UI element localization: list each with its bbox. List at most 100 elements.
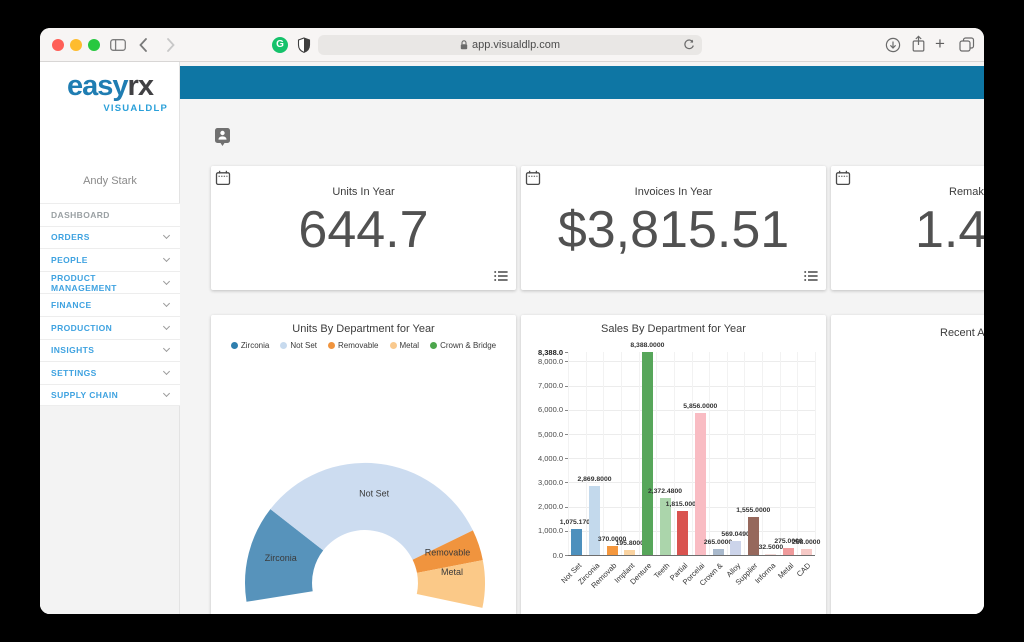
chevron-down-icon [163, 390, 170, 397]
bar-value-label: 8,388.0000 [630, 342, 664, 349]
bar-not-set [571, 529, 582, 555]
minimize-window-button[interactable] [70, 39, 82, 51]
user-name: Andy Stark [40, 175, 180, 187]
units-by-department-card: Units By Department for Year Zirconia No… [211, 315, 516, 614]
sidebar-item-supply-chain[interactable]: SUPPLY CHAIN [40, 384, 180, 407]
bar-informa [765, 554, 776, 555]
sidebar-item-people[interactable]: PEOPLE [40, 248, 180, 271]
bar-removab [607, 546, 618, 555]
bar-value-label: 258.0000 [792, 539, 820, 546]
fullscreen-window-button[interactable] [88, 39, 100, 51]
easyrx-logo: easyrx [40, 70, 180, 103]
kpi-value: 644.7 [211, 200, 516, 260]
forward-icon[interactable] [167, 38, 175, 52]
y-axis-label: 6,000.0 [521, 405, 563, 414]
grammarly-extension-icon[interactable]: G [272, 37, 288, 53]
gridline [727, 352, 728, 555]
calendar-icon[interactable] [835, 170, 851, 186]
bar-cad [801, 549, 812, 555]
donut-segment-label: Removable [425, 547, 471, 557]
address-bar[interactable]: app.visualdlp.com [318, 35, 702, 55]
y-axis-label: 1,000.0 [521, 526, 563, 535]
kpi-title: Remakes [949, 186, 984, 198]
downloads-icon[interactable] [885, 37, 901, 53]
bar-value-label: 5,856.0000 [683, 403, 717, 410]
bar-partial [677, 511, 688, 555]
sales-bar-chart: 8,388.08,000.07,000.06,000.05,000.04,000… [521, 315, 826, 614]
app-header-bar [180, 66, 984, 99]
chevron-down-icon [163, 255, 170, 262]
browser-toolbar: G app.visualdlp.com + [40, 28, 984, 62]
gridline [674, 352, 675, 555]
gridline [797, 352, 798, 555]
chevron-down-icon [163, 323, 170, 330]
gridline [656, 352, 657, 555]
bar-denture [642, 352, 653, 555]
donut-segment-label: Not Set [359, 489, 390, 499]
kpi-value: $3,815.51 [521, 200, 826, 260]
gridline [621, 352, 622, 555]
gridline [815, 352, 816, 555]
sidebar-item-dashboard[interactable]: DASHBOARD [40, 203, 180, 226]
chevron-down-icon [163, 300, 170, 307]
reload-icon[interactable] [683, 39, 695, 51]
sidebar-item-finance[interactable]: FINANCE [40, 293, 180, 316]
lock-icon [460, 40, 468, 50]
kpi-title: Invoices In Year [521, 186, 826, 198]
sidebar-filler [40, 406, 179, 614]
y-axis-label: 8,000.0 [521, 357, 563, 366]
menu-list-icon[interactable] [804, 270, 818, 282]
menu-list-icon[interactable] [494, 270, 508, 282]
bar-value-label: 195.8000 [616, 540, 644, 547]
y-axis-label: 2,000.0 [521, 502, 563, 511]
calendar-icon[interactable] [215, 170, 231, 186]
sales-by-department-card: Sales By Department for Year 8,388.08,00… [521, 315, 826, 614]
kpi-title: Units In Year [211, 186, 516, 198]
url-text: app.visualdlp.com [472, 39, 560, 51]
kpi-card-invoices: Invoices In Year $3,815.51 [521, 166, 826, 290]
sidebar-item-insights[interactable]: INSIGHTS [40, 339, 180, 362]
gridline [692, 352, 693, 555]
bar-implant [624, 550, 635, 555]
sidebar-toggle-icon[interactable] [110, 39, 126, 51]
gridline [639, 352, 640, 555]
bar-value-label: 2,869.8000 [577, 476, 611, 483]
calendar-icon[interactable] [525, 170, 541, 186]
browser-window: G app.visualdlp.com + easyrx VI [40, 28, 984, 614]
account-pin-icon[interactable] [214, 127, 231, 147]
recent-accounts-card: Recent Acco [831, 315, 984, 614]
shield-extension-icon[interactable] [297, 37, 311, 53]
logo-subtitle: VISUALDLP [40, 103, 168, 114]
bar-supplier [748, 517, 759, 555]
sidebar-item-settings[interactable]: SETTINGS [40, 361, 180, 384]
units-donut-chart: ZirconiaNot SetRemovableMetal [211, 315, 516, 614]
y-axis-label: 5,000.0 [521, 430, 563, 439]
gridline [744, 352, 745, 555]
y-axis-label: 0.0 [521, 551, 563, 560]
sidebar-item-product-management[interactable]: PRODUCT MANAGEMENT [40, 271, 180, 294]
kpi-value: 1.4 [915, 200, 984, 260]
chevron-down-icon [163, 278, 170, 285]
y-axis-label: 3,000.0 [521, 478, 563, 487]
share-icon[interactable] [911, 35, 926, 53]
bar-zirconia [589, 486, 600, 556]
tab-overview-icon[interactable] [959, 37, 975, 52]
y-axis-label: 8,388.0 [521, 348, 563, 357]
chevron-down-icon [163, 232, 170, 239]
bar-value-label: 2,372.4800 [648, 488, 682, 495]
x-axis-line [568, 555, 815, 556]
bar-metal [783, 548, 794, 555]
bar-porcelai [695, 413, 706, 555]
gridline [709, 352, 710, 555]
y-axis-label: 4,000.0 [521, 454, 563, 463]
gridline [603, 352, 604, 555]
panel-title: Recent Acco [940, 327, 984, 339]
gridline [780, 352, 781, 555]
app-content: easyrx VISUALDLP Andy Stark DASHBOARD OR… [40, 62, 984, 614]
back-icon[interactable] [139, 38, 147, 52]
close-window-button[interactable] [52, 39, 64, 51]
sidebar-item-production[interactable]: PRODUCTION [40, 316, 180, 339]
new-tab-icon[interactable]: + [935, 34, 945, 54]
bar-alloy [730, 541, 741, 555]
sidebar-item-orders[interactable]: ORDERS [40, 226, 180, 249]
